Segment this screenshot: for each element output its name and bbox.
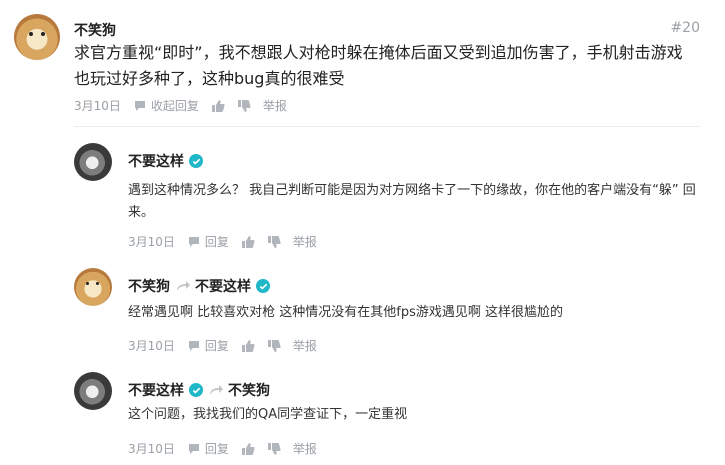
post-meta-bar: 3月10日 收起回复 举报 xyxy=(74,97,287,114)
report-link[interactable]: 举报 xyxy=(293,233,317,250)
avatar[interactable] xyxy=(14,14,60,60)
reply-arrow-icon xyxy=(177,281,190,291)
reply-header: 不笑狗 不要这样 xyxy=(128,276,270,296)
collapse-replies-label: 收起回复 xyxy=(150,99,199,113)
divider xyxy=(74,126,700,127)
report-link[interactable]: 举报 xyxy=(293,337,317,354)
verified-badge-icon xyxy=(256,279,270,293)
post-author-name[interactable]: 不笑狗 xyxy=(74,20,116,40)
reply-author-name[interactable]: 不笑狗 xyxy=(128,276,170,296)
reply-button[interactable]: 回复 xyxy=(187,233,229,250)
reply-label: 回复 xyxy=(204,442,229,456)
reply-date: 3月10日 xyxy=(128,339,175,353)
reply-label: 回复 xyxy=(204,235,229,249)
comment-icon xyxy=(188,340,199,351)
floor-number: #20 xyxy=(670,20,700,36)
reply-content: 经常遇见啊 比较喜欢对枪 这种情况没有在其他fps游戏遇见啊 这样很尴尬的 xyxy=(128,305,563,320)
report-link[interactable]: 举报 xyxy=(293,440,317,457)
comment-icon xyxy=(188,443,199,454)
reply-button[interactable]: 回复 xyxy=(187,337,229,354)
reply-header: 不要这样 xyxy=(128,151,203,171)
reply-arrow-icon xyxy=(210,385,223,395)
reply-to-name[interactable]: 不笑狗 xyxy=(228,380,270,400)
comment-icon xyxy=(188,236,199,247)
reply-content: 遇到这种情况多么？ 我自己判断可能是因为对方网络卡了一下的缘故，你在他的客户端没… xyxy=(128,183,696,220)
thumbs-up-icon[interactable] xyxy=(211,99,225,113)
reply-content: 这个问题，我找我们的QA同学查证下，一定重视 xyxy=(128,407,408,422)
thumbs-down-icon[interactable] xyxy=(267,339,281,353)
reply-button[interactable]: 回复 xyxy=(187,440,229,457)
reply-to-name[interactable]: 不要这样 xyxy=(195,276,251,296)
comment-icon xyxy=(134,100,145,111)
thumbs-down-icon[interactable] xyxy=(267,235,281,249)
reply-meta-bar: 3月10日 回复 举报 xyxy=(128,233,317,250)
report-link[interactable]: 举报 xyxy=(263,97,287,114)
avatar[interactable] xyxy=(74,143,112,181)
thumbs-up-icon[interactable] xyxy=(241,442,255,456)
verified-badge-icon xyxy=(189,154,203,168)
post-content: 求官方重视“即时”，我不想跟人对枪时躲在掩体后面又受到追加伤害了，手机射击游戏也… xyxy=(74,43,683,88)
collapse-replies-button[interactable]: 收起回复 xyxy=(133,97,199,114)
reply-author-name[interactable]: 不要这样 xyxy=(128,380,184,400)
post-date: 3月10日 xyxy=(74,99,121,113)
avatar[interactable] xyxy=(74,268,112,306)
thumbs-up-icon[interactable] xyxy=(241,339,255,353)
reply-meta-bar: 3月10日 回复 举报 xyxy=(128,337,317,354)
reply-author-name[interactable]: 不要这样 xyxy=(128,151,184,171)
avatar[interactable] xyxy=(74,372,112,410)
thumbs-up-icon[interactable] xyxy=(241,235,255,249)
thumbs-down-icon[interactable] xyxy=(237,99,251,113)
reply-meta-bar: 3月10日 回复 举报 xyxy=(128,440,317,457)
reply-date: 3月10日 xyxy=(128,235,175,249)
reply-header: 不要这样 不笑狗 xyxy=(128,380,270,400)
verified-badge-icon xyxy=(189,383,203,397)
reply-date: 3月10日 xyxy=(128,442,175,456)
reply-label: 回复 xyxy=(204,339,229,353)
thumbs-down-icon[interactable] xyxy=(267,442,281,456)
